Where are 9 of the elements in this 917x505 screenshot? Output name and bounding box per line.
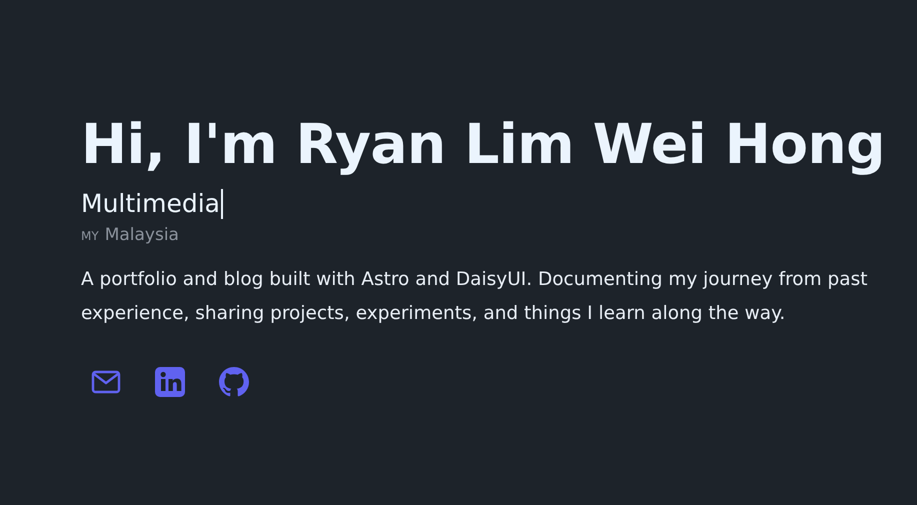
mail-icon[interactable] [91,370,121,394]
hero-heading: Hi, I'm Ryan Lim Wei Hong [81,111,886,178]
text-cursor-icon [220,189,223,219]
typed-role: Multimedia [81,188,220,220]
location-text: Malaysia [104,225,179,245]
country-code: MY [81,229,99,243]
github-icon[interactable] [219,367,249,397]
description-text: A portfolio and blog built with Astro and DaisyUI. Documenting my journey from past experience, sharing projects, experiments, and things I learn along the way. [81,268,868,326]
linkedin-icon[interactable] [155,367,185,397]
